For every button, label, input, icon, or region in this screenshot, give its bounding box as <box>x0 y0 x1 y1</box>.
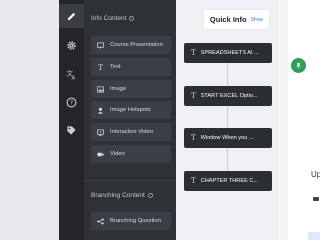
content-type-image[interactable]: Image <box>91 80 171 98</box>
tag-icon <box>67 125 76 135</box>
video-icon <box>97 152 104 156</box>
content-types-panel: Info Content Course Presentation T Text … <box>84 0 176 240</box>
content-type-label: Interactive Video <box>110 129 154 135</box>
info-content-heading: Info Content <box>91 15 135 22</box>
content-type-label: Branching Question <box>110 218 161 224</box>
node-label: Window When you ... <box>200 135 254 141</box>
svg-text:?: ? <box>70 99 73 106</box>
content-node[interactable]: T SPREADSHEETS AI ... <box>184 43 272 63</box>
node-label: START EXCEL Optio... <box>200 93 258 99</box>
left-background <box>0 0 59 240</box>
branching-icon <box>97 218 104 224</box>
content-type-label: Image Hotspots <box>110 107 151 113</box>
content-type-branching-question[interactable]: Branching Question <box>91 212 171 230</box>
small-icon <box>313 197 319 201</box>
text-icon: T <box>191 177 196 185</box>
text-icon: T <box>191 92 196 100</box>
content-type-interactive-video[interactable]: Interactive Video <box>91 123 171 141</box>
settings-tab[interactable] <box>59 33 84 57</box>
editor-icon-rail: 文A ? <box>59 0 84 240</box>
gear-icon <box>67 40 76 50</box>
hotspot-icon <box>97 107 104 114</box>
content-type-label: Course Presentation <box>110 42 163 48</box>
content-type-course-presentation[interactable]: Course Presentation <box>91 36 171 54</box>
image-icon <box>97 86 104 92</box>
branching-content-title: Branching Content <box>91 192 145 199</box>
info-icon[interactable] <box>129 16 135 21</box>
node-label: CHAPTER THREE C... <box>200 178 259 184</box>
branching-canvas[interactable]: Quick Info Show T SPREADSHEETS AI ... T … <box>176 0 278 240</box>
edit-tab[interactable] <box>59 4 84 28</box>
partial-heading: Up <box>311 170 320 179</box>
pin-button[interactable] <box>291 58 306 73</box>
help-tab[interactable]: ? <box>59 90 84 114</box>
branching-content-heading: Branching Content <box>91 192 153 199</box>
content-node[interactable]: T Window When you ... <box>184 128 272 148</box>
presentation-icon <box>97 42 104 49</box>
right-pane: Up <box>278 0 320 240</box>
content-type-label: Text <box>110 64 121 70</box>
content-node[interactable]: T CHAPTER THREE C... <box>184 171 272 191</box>
node-label: SPREADSHEETS AI ... <box>200 50 259 56</box>
quick-info-show-link[interactable]: Show <box>251 17 264 23</box>
text-icon: T <box>191 134 196 142</box>
pencil-icon <box>67 12 76 20</box>
translate-tab[interactable]: 文A <box>59 62 84 86</box>
section-divider <box>84 180 176 181</box>
info-content-title: Info Content <box>91 15 127 22</box>
text-icon: T <box>98 64 103 71</box>
interactive-video-icon <box>97 129 104 136</box>
help-icon: ? <box>66 97 77 107</box>
content-type-image-hotspots[interactable]: Image Hotspots <box>91 101 171 119</box>
text-icon: T <box>191 49 196 57</box>
translate-icon: 文A <box>66 69 76 80</box>
svg-text:A: A <box>72 75 76 79</box>
quick-info-box[interactable]: Quick Info Show <box>204 10 269 29</box>
content-type-label: Video <box>110 151 125 157</box>
info-icon[interactable] <box>147 193 153 198</box>
content-type-video[interactable]: Video <box>91 145 171 163</box>
highlight-bar <box>308 232 320 240</box>
flow-connector <box>227 62 228 188</box>
content-node[interactable]: T START EXCEL Optio... <box>184 86 272 106</box>
tags-tab[interactable] <box>59 118 84 142</box>
content-type-label: Image <box>110 86 127 92</box>
quick-info-title: Quick Info <box>209 15 247 24</box>
svg-text:T: T <box>98 64 103 71</box>
content-type-text[interactable]: T Text <box>91 58 171 76</box>
pin-icon <box>296 62 301 69</box>
pane-gutter <box>278 0 288 240</box>
